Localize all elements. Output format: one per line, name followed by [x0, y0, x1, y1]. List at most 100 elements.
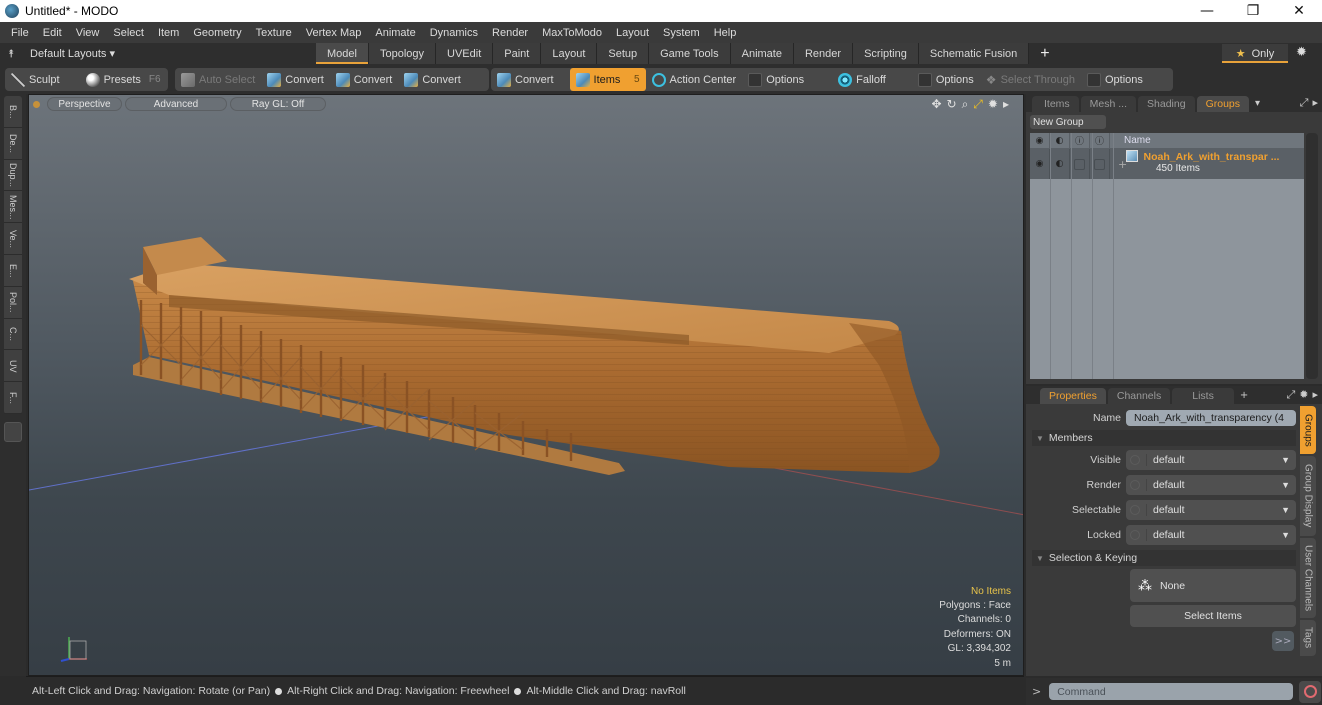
left-tab-extra[interactable]: [4, 422, 22, 442]
panel-arrow-icon[interactable]: ▸: [1312, 388, 1318, 402]
animate-knob-icon[interactable]: [1130, 455, 1140, 465]
selectable-checkbox[interactable]: [1094, 158, 1105, 170]
pan-icon[interactable]: ✥: [931, 97, 941, 112]
new-group-button[interactable]: New Group: [1030, 115, 1106, 129]
left-tab-basic[interactable]: B...: [4, 96, 22, 128]
tab-schematic-fusion[interactable]: Schematic Fusion: [918, 43, 1030, 64]
convert-polygons-button[interactable]: Convert: [398, 68, 467, 91]
menu-geometry[interactable]: Geometry: [186, 27, 248, 39]
tab-animate[interactable]: Animate: [730, 43, 794, 64]
animate-knob-icon[interactable]: [1130, 480, 1140, 490]
select-through-button[interactable]: ❖ Select Through: [980, 68, 1081, 91]
expand-plus-icon[interactable]: +: [1118, 158, 1127, 171]
left-tab-polygon[interactable]: Pol...: [4, 287, 22, 319]
maximize-panel-icon[interactable]: ⤢: [1286, 388, 1295, 402]
layouts-up-icon[interactable]: ⯭: [0, 47, 22, 61]
visibility-toggle[interactable]: ◉: [1030, 149, 1050, 179]
sculpt-button[interactable]: Sculpt: [5, 68, 66, 91]
lock-column-icon[interactable]: ⓘ: [1070, 133, 1090, 148]
side-tab-tags[interactable]: Tags: [1300, 620, 1316, 656]
menu-dynamics[interactable]: Dynamics: [423, 27, 485, 39]
tab-layout[interactable]: Layout: [541, 43, 598, 64]
render-dropdown[interactable]: default ▼: [1126, 475, 1296, 495]
left-tab-vertex[interactable]: Ve...: [4, 223, 22, 255]
action-center-button[interactable]: Action Center: [646, 68, 743, 91]
tab-topology[interactable]: Topology: [368, 43, 437, 64]
animate-knob-icon[interactable]: [1130, 530, 1140, 540]
visibility-column-icon[interactable]: ◉: [1030, 133, 1050, 148]
falloff-button[interactable]: Falloff: [832, 68, 892, 91]
lock-checkbox[interactable]: [1074, 158, 1085, 170]
tab-groups[interactable]: Groups: [1196, 96, 1250, 112]
groups-scrollbar[interactable]: [1306, 133, 1318, 379]
render-toggle[interactable]: ◐: [1050, 149, 1070, 179]
menu-system[interactable]: System: [656, 27, 707, 39]
animate-knob-icon[interactable]: [1130, 505, 1140, 515]
command-input[interactable]: Command: [1049, 683, 1294, 700]
minimize-button[interactable]: —: [1184, 0, 1230, 22]
gear-icon[interactable]: ✹: [1296, 45, 1307, 60]
tab-channels[interactable]: Channels: [1107, 388, 1171, 404]
menu-texture[interactable]: Texture: [249, 27, 299, 39]
selectable-dropdown[interactable]: default ▼: [1126, 500, 1296, 520]
group-name-field[interactable]: Noah_Ark_with_transparency (4: [1126, 410, 1296, 426]
menu-animate[interactable]: Animate: [368, 27, 422, 39]
convert-items-button[interactable]: Convert: [491, 68, 560, 91]
menu-help[interactable]: Help: [707, 27, 744, 39]
tab-render[interactable]: Render: [793, 43, 854, 64]
convert-vertices-button[interactable]: Convert: [261, 68, 330, 91]
menu-render[interactable]: Render: [485, 27, 535, 39]
menu-select[interactable]: Select: [106, 27, 151, 39]
left-tab-deform[interactable]: De...: [4, 128, 22, 160]
none-keying-button[interactable]: ⁂ None: [1130, 569, 1296, 602]
left-tab-mesh-edit[interactable]: Mes...: [4, 191, 22, 224]
menu-maxtomodo[interactable]: MaxToModo: [535, 27, 609, 39]
visible-dropdown[interactable]: default ▼: [1126, 450, 1296, 470]
shading-mode-button[interactable]: Advanced: [125, 97, 227, 111]
left-tab-uv[interactable]: UV: [4, 350, 22, 383]
default-layouts-dropdown[interactable]: Default Layouts ▾: [30, 47, 115, 60]
record-macro-button[interactable]: [1299, 680, 1322, 703]
tab-properties[interactable]: Properties: [1040, 388, 1106, 404]
menu-view[interactable]: View: [69, 27, 107, 39]
select-through-options-button[interactable]: Options: [1081, 68, 1149, 91]
items-mode-button[interactable]: Items 5: [569, 68, 646, 91]
add-tab-button[interactable]: +: [1240, 390, 1248, 401]
render-column-icon[interactable]: ◐: [1050, 133, 1070, 148]
menu-item[interactable]: Item: [151, 27, 186, 39]
tab-setup[interactable]: Setup: [597, 43, 650, 64]
tabs-dropdown-icon[interactable]: ▾: [1255, 98, 1260, 109]
tab-items[interactable]: Items: [1032, 96, 1079, 112]
more-button[interactable]: >>: [1272, 631, 1294, 651]
left-tab-duplicate[interactable]: Dup...: [4, 160, 22, 192]
panel-arrow-icon[interactable]: ▸: [1312, 96, 1318, 110]
name-column-header[interactable]: Name: [1110, 135, 1151, 146]
side-tab-group-display[interactable]: Group Display: [1300, 456, 1316, 536]
left-tab-curve[interactable]: C...: [4, 319, 22, 351]
tab-scripting[interactable]: Scripting: [853, 43, 919, 64]
tab-shading[interactable]: Shading: [1138, 96, 1195, 112]
tab-lists[interactable]: Lists: [1172, 388, 1234, 404]
convert-edges-button[interactable]: Convert: [330, 68, 399, 91]
maximize-panel-icon[interactable]: ⤢: [1300, 96, 1309, 110]
raygl-toggle-button[interactable]: Ray GL: Off: [230, 97, 326, 111]
maximize-button[interactable]: ❐: [1230, 0, 1276, 22]
left-tab-fusion[interactable]: F...: [4, 382, 22, 414]
tab-uvedit[interactable]: UVEdit: [436, 43, 494, 64]
selection-keying-section[interactable]: ▼ Selection & Keying: [1032, 550, 1296, 566]
side-tab-groups[interactable]: Groups: [1300, 406, 1316, 454]
left-tab-edge[interactable]: E...: [4, 255, 22, 287]
zoom-icon[interactable]: ⌕: [962, 97, 969, 112]
viewport-settings-icon[interactable]: ✹: [988, 97, 998, 112]
viewport-menu-dot[interactable]: [33, 100, 40, 108]
menu-file[interactable]: File: [4, 27, 36, 39]
view-mode-button[interactable]: Perspective: [47, 97, 122, 111]
fit-view-icon[interactable]: ⤢: [973, 97, 983, 112]
selectable-column-icon[interactable]: ⓘ: [1090, 133, 1110, 148]
select-items-button[interactable]: Select Items: [1130, 605, 1296, 627]
members-section[interactable]: ▼ Members: [1032, 430, 1296, 446]
close-button[interactable]: ✕: [1276, 0, 1322, 22]
3d-viewport[interactable]: Perspective Advanced Ray GL: Off ✥ ↻ ⌕ ⤢…: [28, 94, 1024, 676]
menu-layout[interactable]: Layout: [609, 27, 656, 39]
tab-paint[interactable]: Paint: [493, 43, 542, 64]
